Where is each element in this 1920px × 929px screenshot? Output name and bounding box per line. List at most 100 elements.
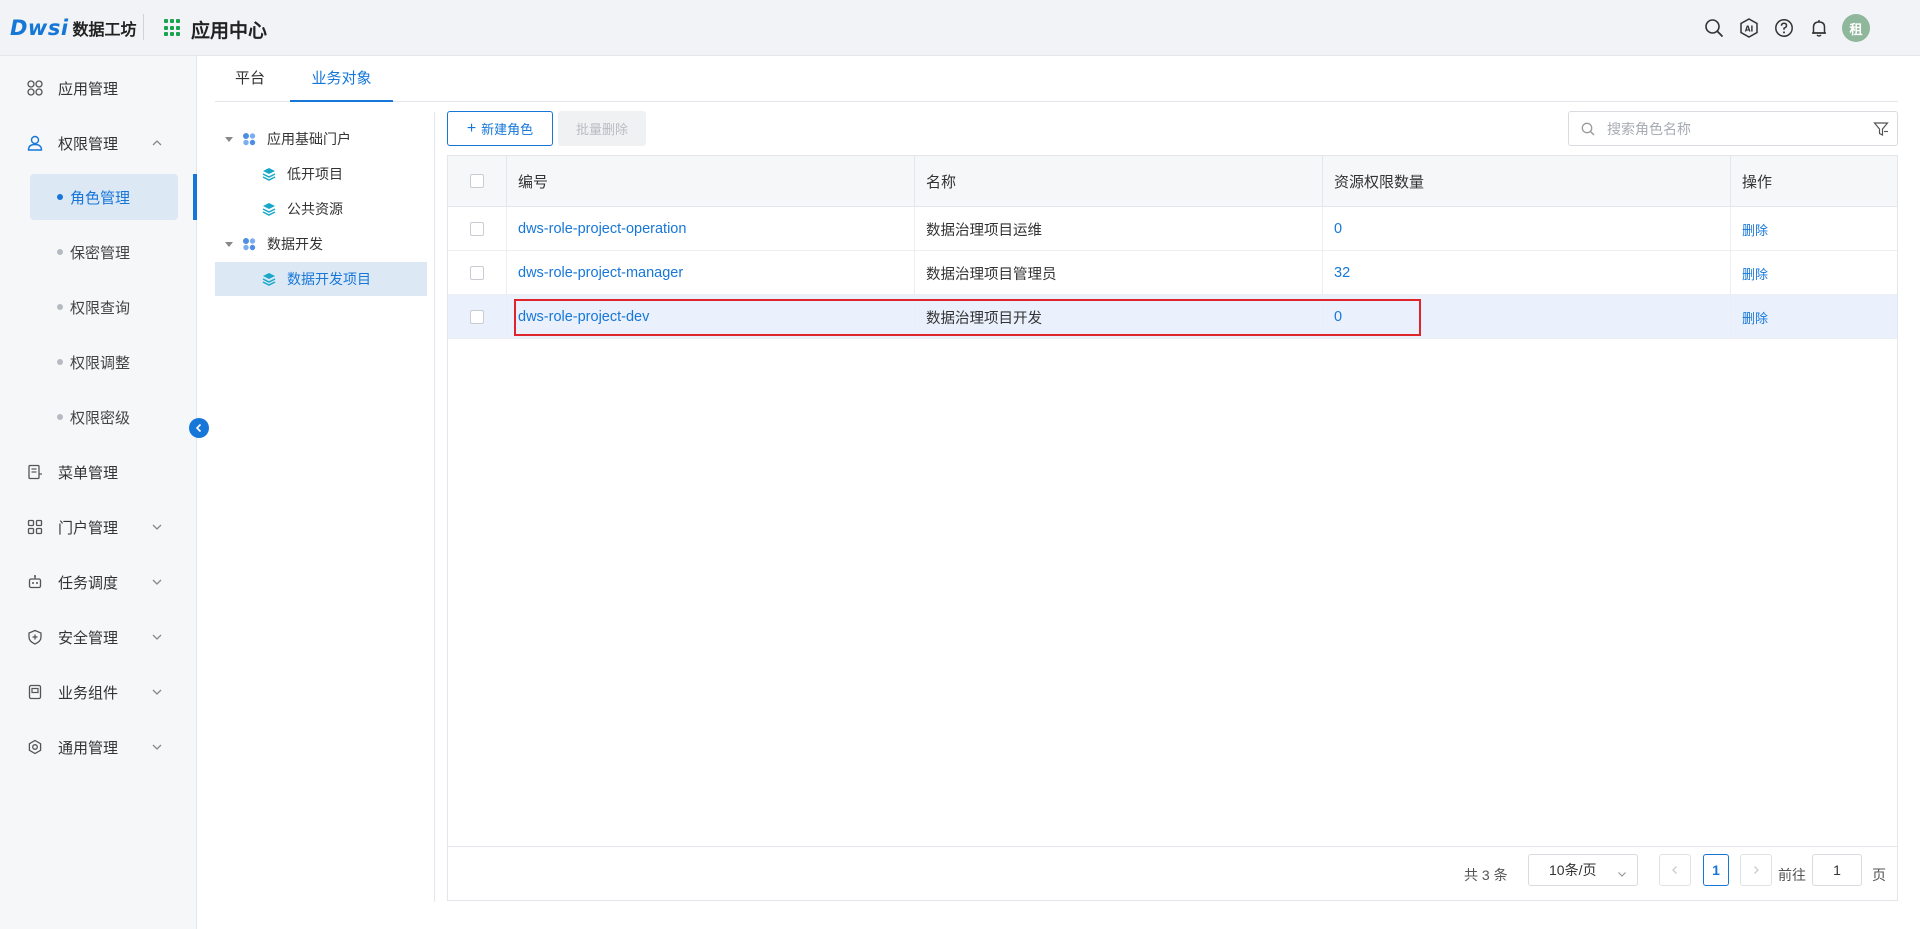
sidebar-subitem-secrecy-management[interactable]: 保密管理 xyxy=(30,229,178,275)
delete-button[interactable]: 删除 xyxy=(1731,207,1897,251)
row-checkbox[interactable] xyxy=(470,265,484,280)
layers-icon xyxy=(262,202,276,216)
column-header-resource-count[interactable]: 资源权限数量 xyxy=(1323,156,1731,207)
role-code-link[interactable]: dws-role-project-operation xyxy=(507,207,915,251)
delete-button[interactable]: 删除 xyxy=(1731,295,1897,339)
batch-delete-button[interactable]: 批量删除 xyxy=(558,111,646,146)
sidebar-item-security-management[interactable]: 安全管理 xyxy=(0,613,197,661)
column-header-name[interactable]: 名称 xyxy=(915,156,1323,207)
bell-icon[interactable] xyxy=(1806,15,1832,41)
cluster-icon xyxy=(242,132,256,146)
sidebar-item-label: 安全管理 xyxy=(58,629,119,647)
svg-text:AI: AI xyxy=(1745,25,1754,34)
cluster-icon xyxy=(242,237,256,251)
sidebar-subitem-role-management[interactable]: 角色管理 xyxy=(30,174,178,220)
next-page-button[interactable] xyxy=(1740,854,1772,886)
page-number-button[interactable]: 1 xyxy=(1703,854,1729,886)
help-icon[interactable] xyxy=(1771,15,1797,41)
resource-count-link[interactable]: 0 xyxy=(1323,207,1731,251)
column-header-actions: 操作 xyxy=(1742,174,1773,191)
sidebar-subitem-permission-classification[interactable]: 权限密级 xyxy=(30,394,178,440)
bullet xyxy=(57,359,63,365)
layers-icon xyxy=(262,272,276,286)
role-code-link[interactable]: dws-role-project-dev xyxy=(507,295,915,339)
resource-count-link[interactable]: 32 xyxy=(1323,251,1731,295)
new-role-label: 新建角色 xyxy=(481,122,534,137)
sidebar-subitem-label: 权限密级 xyxy=(70,409,131,427)
role-name: 数据治理项目开发 xyxy=(915,295,1323,339)
layers-icon xyxy=(262,167,276,181)
search-icon[interactable] xyxy=(1701,15,1727,41)
row-checkbox[interactable] xyxy=(470,221,484,236)
sidebar-item-portal-management[interactable]: 门户管理 xyxy=(0,503,197,551)
sidebar-item-menu-management[interactable]: 菜单管理 xyxy=(0,448,197,496)
row-checkbox[interactable] xyxy=(470,309,484,324)
collapse-sidebar-button[interactable] xyxy=(189,418,209,438)
app-center-title[interactable]: 应用中心 xyxy=(191,16,267,43)
filter-icon[interactable] xyxy=(1873,121,1889,140)
chevron-down-icon xyxy=(150,575,164,589)
delete-button[interactable]: 删除 xyxy=(1731,251,1897,295)
search-icon xyxy=(1581,122,1595,139)
total-count: 共 3 条 xyxy=(1464,867,1508,883)
column-header-code[interactable]: 编号 xyxy=(507,156,915,207)
prev-page-button[interactable] xyxy=(1659,854,1691,886)
tree-node-data-dev-project[interactable]: 数据开发项目 xyxy=(215,262,427,296)
business-object-tree: 应用基础门户 低开项目 公共资源 数据开发 数据开发项目 xyxy=(215,112,435,902)
row-select-cell xyxy=(448,295,507,338)
sidebar-subitem-label: 保密管理 xyxy=(70,244,131,262)
table-row[interactable]: dws-role-project-manager 数据治理项目管理员 32 删除 xyxy=(448,251,1897,295)
table-header: 编号 名称 资源权限数量 操作 xyxy=(448,156,1897,207)
tab-business-object[interactable]: 业务对象 xyxy=(290,56,393,102)
sidebar: 应用管理 权限管理 角色管理 保密管理 权限查询 权限调整 权限密级 菜单管理 xyxy=(0,56,197,929)
sidebar-item-permission-management[interactable]: 权限管理 xyxy=(0,119,197,167)
sidebar-item-label: 菜单管理 xyxy=(58,464,119,482)
menu-doc-icon xyxy=(26,463,44,481)
caret-down-icon[interactable] xyxy=(225,136,233,142)
caret-down-icon[interactable] xyxy=(225,241,233,247)
sidebar-item-app-management[interactable]: 应用管理 xyxy=(0,64,197,112)
chevron-right-icon xyxy=(1754,866,1759,874)
tree-node-app-portal[interactable]: 应用基础门户 xyxy=(215,122,427,156)
sidebar-subitem-permission-adjust[interactable]: 权限调整 xyxy=(30,339,178,385)
logo[interactable]: Dwsi 数据工坊 xyxy=(10,14,137,42)
chevron-down-icon xyxy=(150,630,164,644)
resource-count-link[interactable]: 0 xyxy=(1323,295,1731,339)
sidebar-item-general-management[interactable]: 通用管理 xyxy=(0,723,197,771)
chevron-up-icon xyxy=(150,136,164,150)
apps-icon xyxy=(26,79,44,97)
role-name: 数据治理项目运维 xyxy=(915,207,1323,251)
tree-node-lowcode-project[interactable]: 低开项目 xyxy=(215,157,427,191)
role-table: 编号 名称 资源权限数量 操作 dws-role-project-operati… xyxy=(447,155,1898,901)
goto-page-input[interactable] xyxy=(1812,854,1862,886)
sidebar-item-label: 业务组件 xyxy=(58,684,119,702)
sidebar-subitem-label: 权限调整 xyxy=(70,354,131,372)
new-role-button[interactable]: + 新建角色 xyxy=(447,111,553,146)
sidebar-subitem-permission-query[interactable]: 权限查询 xyxy=(30,284,178,330)
role-code-link[interactable]: dws-role-project-manager xyxy=(507,251,915,295)
tree-node-data-development[interactable]: 数据开发 xyxy=(215,227,427,261)
search-input[interactable] xyxy=(1607,112,1847,145)
tab-platform[interactable]: 平台 xyxy=(215,56,285,102)
table-row[interactable]: dws-role-project-dev 数据治理项目开发 0 删除 xyxy=(448,295,1897,339)
sidebar-item-label: 门户管理 xyxy=(58,519,119,537)
page-size-value: 10条/页 xyxy=(1549,862,1597,878)
user-lock-icon xyxy=(26,134,44,152)
page-size-select[interactable]: 10条/页 xyxy=(1528,854,1638,886)
row-select-cell xyxy=(448,251,507,294)
table-row[interactable]: dws-role-project-operation 数据治理项目运维 0 删除 xyxy=(448,207,1897,251)
role-name: 数据治理项目管理员 xyxy=(915,251,1323,295)
sidebar-item-task-scheduling[interactable]: 任务调度 xyxy=(0,558,197,606)
tree-node-public-resources[interactable]: 公共资源 xyxy=(215,192,427,226)
chevron-down-icon xyxy=(1617,866,1627,882)
bullet xyxy=(57,414,63,420)
tree-node-label: 数据开发 xyxy=(267,236,323,252)
ai-icon[interactable]: AI xyxy=(1736,15,1762,41)
sidebar-subitem-label: 角色管理 xyxy=(70,189,131,207)
sidebar-item-business-components[interactable]: 业务组件 xyxy=(0,668,197,716)
user-avatar[interactable]: 租 xyxy=(1842,14,1870,42)
select-all-checkbox[interactable] xyxy=(470,174,484,188)
sidebar-item-label: 通用管理 xyxy=(58,739,119,757)
app-grid-icon[interactable] xyxy=(164,19,182,37)
chevron-left-icon xyxy=(195,423,202,433)
